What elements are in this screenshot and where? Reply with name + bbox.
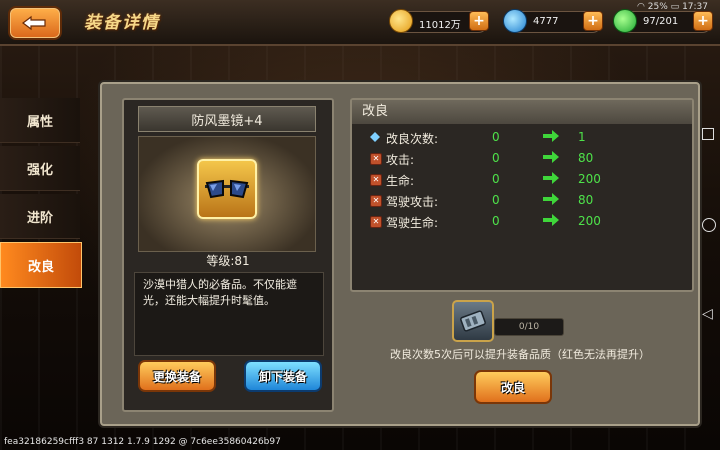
x-marker-icon: ✕ <box>370 216 382 228</box>
top-bar: 装备详情 11012万 + 4777 + 97/201 + ◠ 25% ▭ 17… <box>0 0 720 46</box>
stamina-value: 97/201 <box>643 16 679 27</box>
battery-percent: 25% <box>647 2 668 12</box>
stat-current: 0 <box>492 214 500 228</box>
gem-resource: 4777 + <box>503 9 603 33</box>
x-marker-icon: ✕ <box>370 153 382 165</box>
system-status: ◠ 25% ▭ 17:37 <box>637 2 708 12</box>
sidebar: 属性 强化 进阶 改良 <box>0 96 82 396</box>
stat-current: 0 <box>492 130 500 144</box>
refine-button-label: 改良 <box>500 380 525 395</box>
refine-hint: 改良次数5次后可以提升装备品质（红色无法再提升） <box>390 348 650 361</box>
stat-current: 0 <box>492 151 500 165</box>
tab-advance[interactable]: 进阶 <box>0 194 80 239</box>
stamina-resource: 97/201 + <box>613 9 713 33</box>
build-info: fea32186259cfff3 87 1312 1.7.9 1292 @ 7c… <box>4 437 281 447</box>
back-button[interactable] <box>8 6 62 40</box>
tab-label: 改良 <box>27 259 54 275</box>
green-arrow-icon <box>543 214 559 226</box>
tab-label: 属性 <box>26 114 53 130</box>
add-gold-button[interactable]: + <box>469 11 489 31</box>
item-description: 沙漠中猎人的必备品。不仅能遮光，还能大幅提升时髦值。 <box>134 272 324 356</box>
stat-next: 200 <box>578 172 601 186</box>
gold-resource: 11012万 + <box>389 9 489 33</box>
green-arrow-icon <box>543 172 559 184</box>
stat-row: 改良次数: 0 1 <box>370 128 680 148</box>
blue-gem-icon <box>503 9 527 33</box>
stat-row: ✕ 攻击: 0 80 <box>370 149 680 169</box>
stat-label: 生命: <box>386 174 415 188</box>
change-equipment-label: 更换装备 <box>152 369 201 384</box>
tab-strengthen[interactable]: 强化 <box>0 146 80 191</box>
stat-next: 1 <box>578 130 586 144</box>
tab-label: 进阶 <box>26 210 53 226</box>
green-arrow-icon <box>543 151 559 163</box>
back-nav-icon[interactable]: ◁ <box>702 306 713 322</box>
material-progress: 0/10 <box>494 318 564 336</box>
green-arrow-icon <box>543 130 559 142</box>
refine-button[interactable]: 改良 <box>474 370 552 404</box>
stat-label: 攻击: <box>386 153 415 167</box>
stat-next: 80 <box>578 151 594 165</box>
tab-label: 强化 <box>26 162 53 178</box>
sunglasses-icon <box>205 179 249 199</box>
tab-attributes[interactable]: 属性 <box>0 98 80 143</box>
item-name: 防风墨镜+4 <box>138 106 316 132</box>
gold-value: 11012万 <box>419 20 461 31</box>
stat-label: 改良次数: <box>386 132 439 146</box>
home-icon[interactable] <box>702 218 716 232</box>
add-gem-button[interactable]: + <box>583 11 603 31</box>
item-level: 等级:81 <box>206 254 250 268</box>
unequip-label: 卸下装备 <box>258 369 307 384</box>
stat-label: 驾驶生命: <box>386 216 439 230</box>
change-equipment-button[interactable]: 更换装备 <box>138 360 216 392</box>
stat-next: 200 <box>578 214 601 228</box>
battery-icon: ▭ <box>670 2 680 12</box>
refine-material-slot[interactable] <box>452 300 494 342</box>
clock: 17:37 <box>682 2 708 12</box>
x-marker-icon: ✕ <box>370 174 382 186</box>
item-frame[interactable] <box>197 159 257 219</box>
stat-label: 驾驶攻击: <box>386 195 439 209</box>
system-nav-bar: ◁ <box>696 118 720 338</box>
tab-refine[interactable]: 改良 <box>0 242 82 288</box>
item-display-stage <box>138 136 316 252</box>
green-arrow-icon <box>543 193 559 205</box>
stat-row: ✕ 驾驶生命: 0 200 <box>370 212 680 232</box>
back-arrow-icon <box>22 15 46 31</box>
stat-current: 0 <box>492 172 500 186</box>
add-stamina-button[interactable]: + <box>693 11 713 31</box>
equipment-detail-panel: 防风墨镜+4 等级:81 沙漠中猎人的必备品。不仅能遮光，还能大幅提升时髦值。 … <box>100 82 700 426</box>
stat-next: 80 <box>578 193 594 207</box>
unequip-button[interactable]: 卸下装备 <box>244 360 322 392</box>
gold-coin-icon <box>389 9 413 33</box>
stat-row: ✕ 驾驶攻击: 0 80 <box>370 191 680 211</box>
diamond-icon <box>370 132 380 142</box>
refine-title: 改良 <box>352 100 692 124</box>
material-part-icon <box>460 310 486 332</box>
item-info-box: 防风墨镜+4 等级:81 沙漠中猎人的必备品。不仅能遮光，还能大幅提升时髦值。 … <box>122 98 334 412</box>
refine-stats-box: 改良 改良次数: 0 1 ✕ 攻击: 0 80 ✕ 生命: 0 200 ✕ 驾驶… <box>350 98 694 292</box>
gem-value: 4777 <box>533 16 559 27</box>
page-title: 装备详情 <box>84 13 160 33</box>
x-marker-icon: ✕ <box>370 195 382 207</box>
stat-row: ✕ 生命: 0 200 <box>370 170 680 190</box>
stat-current: 0 <box>492 193 500 207</box>
recent-apps-icon[interactable] <box>702 128 714 140</box>
wifi-icon: ◠ <box>637 2 645 12</box>
green-stamina-icon <box>613 9 637 33</box>
